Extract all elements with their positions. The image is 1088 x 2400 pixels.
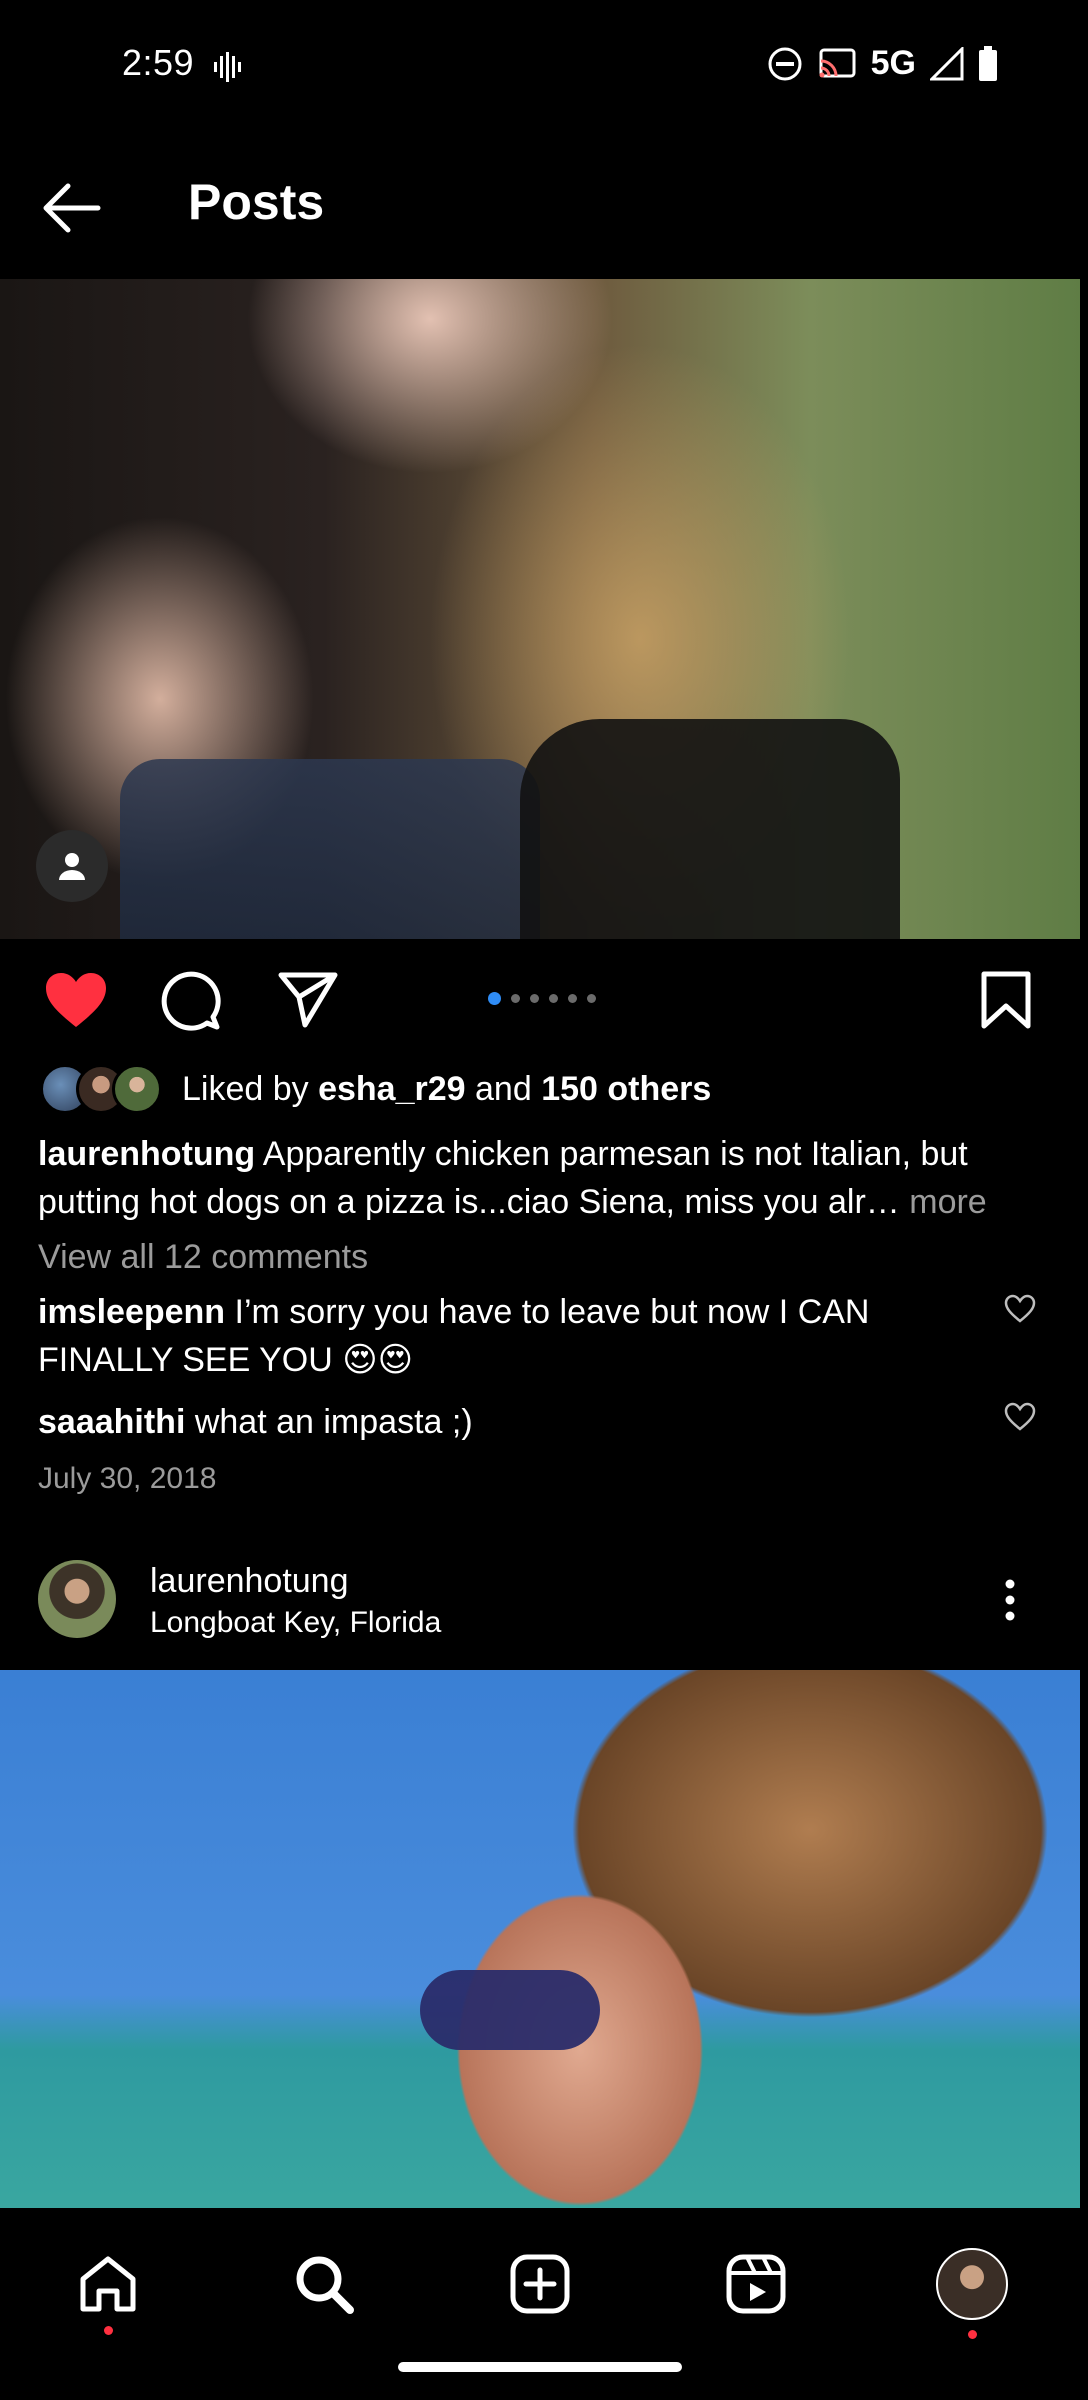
paper-plane-icon [278, 972, 338, 1028]
heart-outline-icon [1004, 1294, 1036, 1323]
post-location[interactable]: Longboat Key, Florida [150, 1606, 441, 1640]
back-button[interactable] [38, 178, 108, 238]
heart-filled-icon [46, 973, 106, 1027]
likes-text: Liked by esha_r29 and 150 others [182, 1070, 711, 1109]
post-photo[interactable] [0, 1670, 1080, 2212]
person-icon [59, 853, 85, 880]
notification-dot [104, 2326, 113, 2335]
likes-others[interactable]: 150 others [541, 1070, 711, 1108]
carousel-dot [568, 994, 577, 1003]
notification-dot [968, 2330, 977, 2339]
likes-summary[interactable]: Liked by esha_r29 and 150 others [40, 1064, 711, 1114]
bookmark-icon [981, 971, 1031, 1029]
post-photo[interactable] [0, 279, 1080, 939]
photo-detail [120, 759, 540, 939]
comment-like-button[interactable] [1004, 1294, 1036, 1329]
carousel-dot [530, 994, 539, 1003]
carousel-indicator [488, 992, 596, 1005]
arrow-left-icon [43, 183, 101, 233]
comment-item: imsleepenn I’m sorry you have to leave b… [38, 1288, 988, 1384]
avatar[interactable] [38, 1560, 116, 1638]
view-all-comments-link[interactable]: View all 12 comments [38, 1238, 368, 1277]
share-button[interactable] [268, 960, 348, 1040]
nav-search-button[interactable] [284, 2244, 364, 2324]
avatar [112, 1064, 162, 1114]
save-button[interactable] [966, 960, 1046, 1040]
post-date: July 30, 2018 [38, 1462, 217, 1495]
home-icon [80, 2256, 136, 2312]
do-not-disturb-icon [768, 47, 802, 80]
comment-username[interactable]: imsleepenn [38, 1293, 225, 1331]
home-indicator[interactable] [398, 2362, 682, 2372]
carousel-dot [488, 992, 501, 1005]
bottom-navigation [0, 2208, 1088, 2358]
more-options-button[interactable] [1000, 1578, 1020, 1627]
tagged-people-button[interactable] [36, 830, 108, 902]
vertical-dots-icon [1005, 1579, 1015, 1621]
comment-text: what an impasta ;) [194, 1403, 473, 1441]
photo-detail [420, 1970, 600, 2050]
heart-outline-icon [1004, 1402, 1036, 1431]
photo-detail [520, 719, 900, 939]
avatar [936, 2248, 1008, 2320]
carousel-dot [587, 994, 596, 1003]
battery-icon [979, 45, 997, 81]
liker-avatars [40, 1064, 162, 1114]
comment-item: saaahithi what an impasta ;) [38, 1398, 988, 1446]
carousel-dot [549, 994, 558, 1003]
caption-ellipsis: … [865, 1183, 900, 1221]
status-indicators: 5G [767, 44, 998, 83]
comment-like-button[interactable] [1004, 1402, 1036, 1437]
likes-prefix: Liked by [182, 1069, 309, 1108]
nav-create-button[interactable] [500, 2244, 580, 2324]
signal-icon [930, 46, 964, 80]
comment-button[interactable] [150, 960, 230, 1040]
likes-joiner: and [475, 1069, 532, 1108]
status-time: 2:59 [122, 42, 195, 83]
status-bar: 2:59 5G [0, 0, 1088, 134]
nav-reels-button[interactable] [716, 2244, 796, 2324]
post-caption: laurenhotung Apparently chicken parmesan… [38, 1130, 1048, 1226]
reels-icon [726, 2254, 786, 2314]
cast-icon [819, 48, 856, 77]
like-button[interactable] [36, 960, 116, 1040]
nav-profile-button[interactable] [932, 2244, 1012, 2339]
vibrate-icon [214, 52, 241, 82]
nav-home-button[interactable] [68, 2244, 148, 2335]
search-icon [296, 2256, 354, 2314]
plus-square-icon [510, 2254, 570, 2314]
caption-username[interactable]: laurenhotung [38, 1135, 255, 1173]
liker-username[interactable]: esha_r29 [318, 1070, 465, 1108]
carousel-dot [511, 994, 520, 1003]
comment-username[interactable]: saaahithi [38, 1403, 185, 1441]
page-title: Posts [188, 174, 325, 230]
post-username[interactable]: laurenhotung [150, 1562, 349, 1601]
network-type: 5G [870, 44, 916, 82]
speech-bubble-icon [161, 971, 221, 1031]
caption-more-link[interactable]: more [909, 1183, 986, 1221]
